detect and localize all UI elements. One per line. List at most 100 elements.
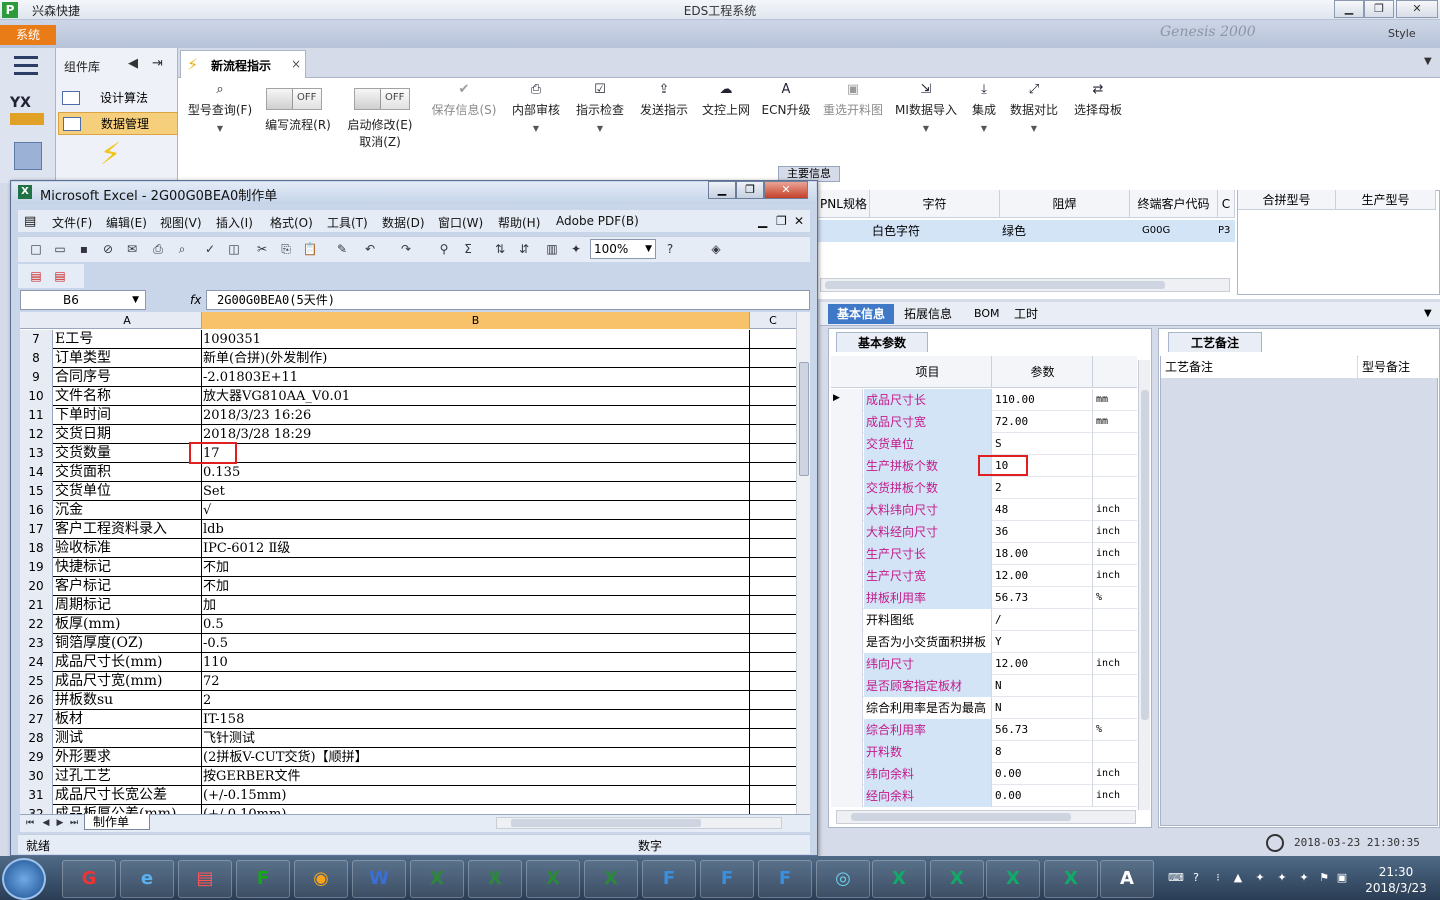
notepad-icon[interactable]: A	[1100, 860, 1154, 898]
param-row[interactable]: 是否为小交货面积拼板 Y	[831, 631, 1137, 653]
cancel-label[interactable]: 取消(Z)	[344, 133, 416, 150]
genesis-icon[interactable]: F	[642, 860, 696, 898]
table-row[interactable]: 14 交货面积 0.135	[20, 463, 796, 482]
horizontal-scrollbar[interactable]	[820, 278, 1230, 292]
tab-extended-info[interactable]: 拓展信息	[904, 304, 952, 324]
internal-review-button[interactable]: ⎙ 内部审核 ▼	[508, 82, 564, 133]
word-icon[interactable]: W	[352, 860, 406, 898]
data-compare-button[interactable]: ⤢ 数据对比 ▼	[1008, 82, 1060, 133]
table-row[interactable]: 20 客户标记 不加	[20, 577, 796, 596]
toolbox-icon[interactable]	[14, 142, 42, 170]
table-row[interactable]: 11 下单时间 2018/3/23 16:26	[20, 406, 796, 425]
param-value[interactable]: 8	[993, 741, 1093, 763]
row-indicator[interactable]	[831, 697, 863, 719]
table-row[interactable]: 27 板材 IT-158	[20, 710, 796, 729]
cell-a[interactable]: 测试	[54, 729, 202, 748]
cell-b[interactable]: ldb	[202, 520, 750, 539]
row-indicator[interactable]	[831, 609, 863, 631]
table-row[interactable]: 29 外形要求 (2拼板V-CUT交货)【顺拼】	[20, 748, 796, 767]
cell-b[interactable]: 2018/3/23 16:26	[202, 406, 750, 425]
ie-browser-icon[interactable]: e	[120, 860, 174, 898]
row-number[interactable]: 28	[20, 729, 53, 748]
row-indicator[interactable]	[831, 653, 863, 675]
param-row[interactable]: 生产尺寸宽 12.00 inch	[831, 565, 1137, 587]
row-number[interactable]: 14	[20, 463, 53, 482]
excel-doc-icon[interactable]: X	[986, 860, 1040, 898]
excel-icon[interactable]: X	[468, 860, 522, 898]
param-value[interactable]: 10	[993, 455, 1093, 477]
cell-a[interactable]: 文件名称	[54, 387, 202, 406]
grid-cell[interactable]: G00G	[1130, 220, 1218, 242]
table-row[interactable]: 8 订单类型 新单(合拼)(外发制作)	[20, 349, 796, 368]
horizontal-scrollbar[interactable]	[496, 817, 782, 829]
pdf-email-icon[interactable]: ▤	[52, 268, 68, 284]
menu-insert[interactable]: 插入(I)	[216, 214, 253, 231]
excel-close-button[interactable]: ✕	[764, 181, 808, 199]
param-value[interactable]: 12.00	[993, 565, 1093, 587]
system-tab[interactable]: 系统	[0, 25, 56, 45]
row-number[interactable]: 24	[20, 653, 53, 672]
param-row[interactable]: 大料纬向尺寸 48 inch	[831, 499, 1137, 521]
row-indicator[interactable]	[831, 543, 863, 565]
cell-b[interactable]: 不加	[202, 558, 750, 577]
tab-bom[interactable]: BOM	[974, 304, 1000, 324]
cell-a[interactable]: 外形要求	[54, 748, 202, 767]
row-number[interactable]: 31	[20, 786, 53, 805]
cell-a[interactable]: 客户标记	[54, 577, 202, 596]
grid-cell[interactable]: 绿色	[1000, 220, 1130, 242]
table-row[interactable]: 15 交货单位 Set	[20, 482, 796, 501]
new-file-icon[interactable]: □	[28, 241, 44, 257]
row-indicator[interactable]	[831, 785, 863, 807]
param-value[interactable]: 18.00	[993, 543, 1093, 565]
spelling-icon[interactable]: ✓	[202, 241, 218, 257]
cell-b[interactable]: 放大器VG810AA_V0.01	[202, 387, 750, 406]
cell-b[interactable]: 1090351	[202, 330, 750, 349]
excel-icon[interactable]: X	[526, 860, 580, 898]
cell-a[interactable]: 成品尺寸宽(mm)	[54, 672, 202, 691]
cell-a[interactable]: 快捷标记	[54, 558, 202, 577]
param-value[interactable]: 56.73	[993, 587, 1093, 609]
cell-a[interactable]: 订单类型	[54, 349, 202, 368]
app-g-icon[interactable]: G	[62, 860, 116, 898]
cell-a[interactable]: 周期标记	[54, 596, 202, 615]
close-button[interactable]: ✕	[1396, 0, 1438, 18]
column-header[interactable]: 合拼型号	[1238, 190, 1336, 210]
vertical-scrollbar[interactable]	[796, 312, 810, 814]
tray-app-icon[interactable]: ✦	[1276, 872, 1288, 884]
menu-format[interactable]: 格式(O)	[270, 214, 313, 231]
open-folder-icon[interactable]: ▭	[52, 241, 68, 257]
cell-b[interactable]: 按GERBER文件	[202, 767, 750, 786]
process-remark-tab[interactable]: 工艺备注	[1168, 332, 1262, 352]
param-row[interactable]: 大料经向尺寸 36 inch	[831, 521, 1137, 543]
row-number[interactable]: 26	[20, 691, 53, 710]
cell-b[interactable]: -2.01803E+11	[202, 368, 750, 387]
permission-icon[interactable]: ⊘	[100, 241, 116, 257]
research-icon[interactable]: ◫	[226, 241, 242, 257]
row-number[interactable]: 23	[20, 634, 53, 653]
menu-help[interactable]: 帮助(H)	[498, 214, 540, 231]
cell-b[interactable]: (2拼板V-CUT交货)【顺拼】	[202, 748, 750, 767]
menu-data[interactable]: 数据(D)	[382, 214, 425, 231]
excel-icon[interactable]: X	[410, 860, 464, 898]
sort-ascending-icon[interactable]: ⇅	[492, 241, 508, 257]
column-header-b[interactable]: B	[202, 312, 750, 329]
grid-cell[interactable]: 白色字符	[870, 220, 1000, 242]
send-instruction-button[interactable]: ⇪ 发送指示	[636, 82, 692, 118]
drawing-icon[interactable]: ✦	[568, 241, 584, 257]
cell-a[interactable]: E工号	[54, 330, 202, 349]
grid-cell[interactable]: P3	[1218, 220, 1235, 242]
param-row[interactable]: 经向余料 0.00 inch	[831, 785, 1137, 807]
cell-b[interactable]: 0.5	[202, 615, 750, 634]
table-row[interactable]: 24 成品尺寸长(mm) 110	[20, 653, 796, 672]
column-header[interactable]: PNL规格	[818, 190, 870, 218]
last-sheet-icon[interactable]: ⏭	[66, 815, 82, 831]
shell-app-icon[interactable]: ◉	[294, 860, 348, 898]
query-model-button[interactable]: ⌕ 型号查询(F) ▼	[184, 82, 256, 133]
cell-b[interactable]: -0.5	[202, 634, 750, 653]
horizontal-scrollbar[interactable]	[836, 810, 1136, 824]
reselect-cut-drawing-button[interactable]: ▣ 重选开料图	[818, 82, 888, 118]
row-indicator[interactable]	[831, 477, 863, 499]
param-value[interactable]: 72.00	[993, 411, 1093, 433]
row-number[interactable]: 19	[20, 558, 53, 577]
column-header[interactable]: 型号备注	[1358, 356, 1438, 378]
